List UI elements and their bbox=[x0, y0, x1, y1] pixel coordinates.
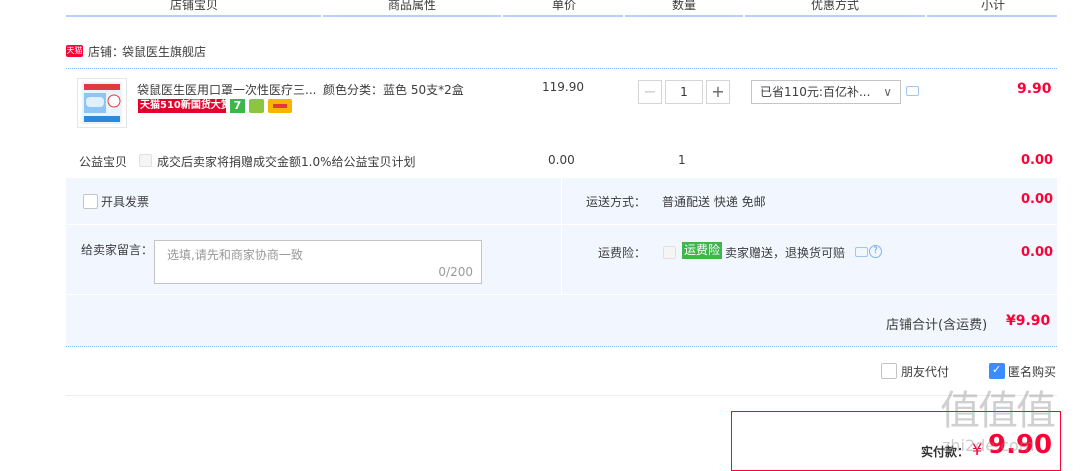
options-divider bbox=[66, 395, 1057, 396]
friend-pay-checkbox[interactable] bbox=[881, 363, 897, 379]
increase-quantity-button[interactable]: + bbox=[706, 80, 730, 104]
card-icon bbox=[268, 99, 292, 113]
charity-checkbox bbox=[139, 154, 152, 167]
column-header-subtotal: 小计 bbox=[981, 0, 1006, 12]
panel-split-v bbox=[561, 178, 562, 294]
charity-quantity: 1 bbox=[678, 153, 686, 167]
chat-icon[interactable] bbox=[906, 86, 919, 96]
guarantee-icon bbox=[249, 99, 264, 113]
column-header-unit-price: 单价 bbox=[552, 0, 577, 12]
shipping-label: 运送方式： bbox=[586, 195, 647, 209]
shipping-value: 普通配送 快递 免邮 bbox=[662, 195, 766, 209]
charity-subtotal: 0.00 bbox=[1021, 153, 1054, 168]
tmall-icon: 天猫 bbox=[66, 45, 83, 57]
unit-price: 119.90 bbox=[542, 80, 584, 94]
shop-divider bbox=[66, 68, 1057, 69]
discount-select[interactable]: 已省110元:百亿补... ∨ bbox=[751, 80, 901, 104]
column-header-shop-item: 店铺宝贝 bbox=[170, 0, 219, 12]
chevron-down-icon: ∨ bbox=[883, 85, 892, 99]
shop-label: 店铺： bbox=[88, 45, 125, 59]
invoice-label: 开具发票 bbox=[101, 195, 150, 209]
charity-label: 公益宝贝 bbox=[79, 155, 128, 169]
charity-price: 0.00 bbox=[548, 153, 575, 167]
product-thumbnail[interactable] bbox=[77, 78, 127, 128]
panel-split-h2 bbox=[66, 294, 1057, 295]
decrease-quantity-button[interactable]: − bbox=[638, 80, 662, 104]
insurance-subtotal: 0.00 bbox=[1021, 245, 1054, 260]
shop-name[interactable]: 袋鼠医生旗舰店 bbox=[122, 43, 206, 60]
message-label: 给卖家留言： bbox=[81, 243, 154, 257]
anonymous-checkbox[interactable]: ✓ bbox=[989, 363, 1005, 379]
insurance-chat-icon[interactable] bbox=[855, 247, 868, 257]
discount-select-value: 已省110元:百亿补... bbox=[760, 85, 871, 99]
shipping-subtotal: 0.00 bbox=[1021, 192, 1054, 207]
check-icon: ✓ bbox=[992, 363, 1002, 376]
message-placeholder: 选填,请先和商家协商一致 bbox=[167, 248, 303, 262]
item-subtotal: 9.90 bbox=[1017, 81, 1052, 97]
product-attributes: 颜色分类：蓝色 50支*2盒 bbox=[323, 83, 464, 97]
message-field[interactable]: 选填,请先和商家协商一致 0/200 bbox=[154, 240, 482, 284]
insurance-checkbox bbox=[663, 246, 676, 259]
quantity-input[interactable]: 1 bbox=[665, 80, 703, 104]
watermark-url: zhi2de.com bbox=[942, 436, 1035, 455]
message-counter: 0/200 bbox=[438, 265, 473, 279]
insurance-badge: 运费险 bbox=[682, 242, 723, 259]
insurance-text: 卖家赠送，退换货可赔 bbox=[725, 246, 846, 260]
seven-day-return-icon: 7 bbox=[230, 99, 245, 113]
column-header-discount: 优惠方式 bbox=[811, 0, 860, 12]
charity-text: 成交后卖家将捐赠成交金额1.0%给公益宝贝计划 bbox=[157, 155, 416, 169]
panel-bottom-divider bbox=[66, 346, 1057, 347]
product-title[interactable]: 袋鼠医生医用口罩一次性医疗三... bbox=[137, 81, 316, 98]
invoice-checkbox[interactable] bbox=[83, 194, 98, 209]
column-header-quantity: 数量 bbox=[672, 0, 697, 12]
watermark-logo: 值值值 bbox=[940, 388, 1056, 434]
shop-total-value: ¥9.90 bbox=[1006, 313, 1051, 329]
promo-tag: 天猫510新国货大赏 bbox=[138, 99, 226, 113]
column-header-attributes: 商品属性 bbox=[388, 0, 437, 12]
insurance-label: 运费险： bbox=[598, 246, 647, 260]
help-icon[interactable]: ? bbox=[869, 245, 882, 258]
shop-total-label: 店铺合计(含运费) bbox=[886, 318, 988, 333]
